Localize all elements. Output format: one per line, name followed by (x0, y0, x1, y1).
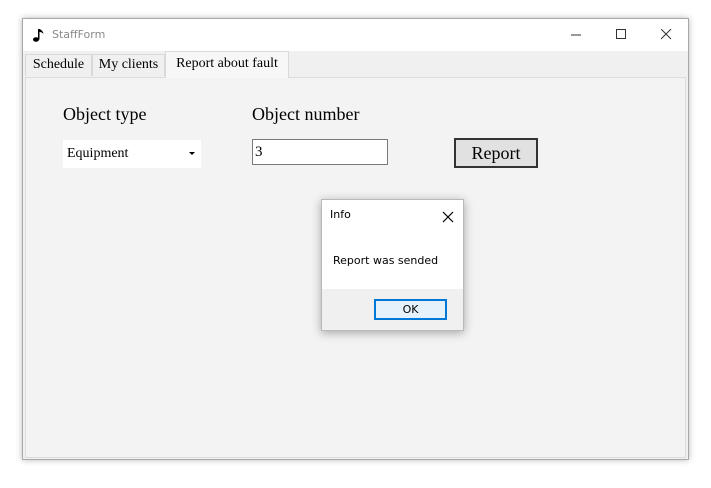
tab-my-clients[interactable]: My clients (92, 54, 165, 76)
ok-button[interactable]: OK (374, 299, 447, 320)
tab-strip: Schedule My clients Report about fault (23, 51, 688, 78)
minimize-button[interactable] (554, 19, 599, 51)
object-number-input[interactable]: 3 (252, 139, 388, 165)
title-bar[interactable]: StaffForm (23, 19, 688, 51)
dialog-close-icon[interactable] (442, 208, 454, 223)
tab-schedule[interactable]: Schedule (25, 54, 92, 76)
minimize-icon (571, 34, 581, 36)
object-type-select[interactable]: Equipment (63, 140, 201, 168)
window-title: StaffForm (52, 28, 106, 41)
dialog-message: Report was sended (333, 254, 439, 267)
object-number-label: Object number (252, 104, 360, 124)
close-icon (661, 29, 672, 40)
close-button[interactable] (644, 19, 689, 51)
dropdown-arrow-icon (189, 152, 195, 155)
maximize-icon (616, 29, 626, 39)
tab-report-about-fault[interactable]: Report about fault (165, 51, 289, 78)
object-type-value: Equipment (67, 146, 129, 161)
object-type-label: Object type (63, 104, 147, 124)
music-note-icon (32, 27, 46, 43)
dialog-footer: OK (322, 289, 463, 330)
dialog-title: Info (330, 208, 351, 221)
maximize-button[interactable] (599, 19, 644, 51)
info-dialog: Info Report was sended OK (321, 199, 464, 331)
report-button[interactable]: Report (454, 138, 538, 168)
